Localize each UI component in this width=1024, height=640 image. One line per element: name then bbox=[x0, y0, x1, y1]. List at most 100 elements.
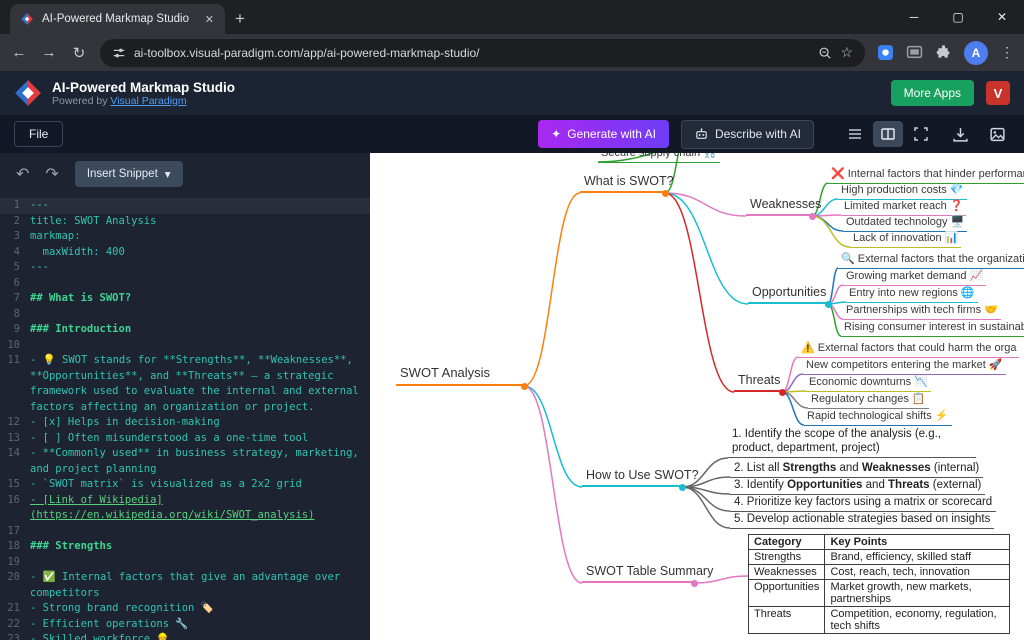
code-line[interactable]: 14- **Commonly used** in business strate… bbox=[0, 446, 370, 462]
new-tab-button[interactable]: + bbox=[235, 9, 245, 29]
window-minimize-button[interactable]: ─ bbox=[892, 0, 936, 34]
view-split-button[interactable] bbox=[873, 121, 903, 147]
url-bar[interactable]: ai-toolbox.visual-paradigm.com/app/ai-po… bbox=[100, 39, 865, 67]
code-line[interactable]: 2title: SWOT Analysis bbox=[0, 214, 370, 230]
view-fullscreen-button[interactable] bbox=[906, 121, 936, 147]
file-menu-button[interactable]: File bbox=[14, 121, 63, 147]
line-number: 8 bbox=[0, 307, 20, 323]
robot-icon bbox=[694, 127, 709, 142]
line-number: 6 bbox=[0, 276, 20, 292]
back-button[interactable]: ← bbox=[10, 44, 28, 61]
app-logo-icon bbox=[14, 79, 42, 107]
code-line[interactable]: framework used to evaluate the internal … bbox=[0, 384, 370, 400]
line-number bbox=[0, 400, 20, 416]
table-cell: Competition, economy, regulation, tech s… bbox=[825, 607, 1010, 634]
code-line[interactable]: (https://en.wikipedia.org/wiki/SWOT_anal… bbox=[0, 508, 370, 524]
line-number: 12 bbox=[0, 415, 20, 431]
code-line[interactable]: 4 maxWidth: 400 bbox=[0, 245, 370, 261]
tab-close-icon[interactable]: ✕ bbox=[202, 13, 217, 26]
download-button[interactable] bbox=[948, 122, 973, 147]
mindmap-link bbox=[665, 193, 734, 392]
code-area[interactable]: 1---2title: SWOT Analysis3markmap:4 maxW… bbox=[0, 195, 370, 640]
code-text: factors affecting an organization or pro… bbox=[30, 400, 314, 416]
generate-ai-button[interactable]: ✦ Generate with AI bbox=[538, 120, 669, 148]
redo-button[interactable]: ↷ bbox=[45, 164, 58, 184]
code-text: markmap: bbox=[30, 229, 81, 245]
visual-paradigm-link[interactable]: Visual Paradigm bbox=[110, 95, 186, 107]
code-line[interactable]: factors affecting an organization or pro… bbox=[0, 400, 370, 416]
code-line[interactable]: 23- Skilled workforce 👷 bbox=[0, 632, 370, 640]
describe-ai-button[interactable]: Describe with AI bbox=[681, 120, 814, 149]
code-line[interactable]: 19 bbox=[0, 555, 370, 571]
map-node-toggle-dot[interactable] bbox=[662, 190, 669, 197]
forward-button[interactable]: → bbox=[40, 44, 58, 61]
window-close-button[interactable]: ✕ bbox=[980, 0, 1024, 34]
code-line[interactable]: 10 bbox=[0, 338, 370, 354]
map-node-toggle-dot[interactable] bbox=[679, 484, 686, 491]
window-maximize-button[interactable]: ▢ bbox=[936, 0, 980, 34]
app-subtitle: Powered by Visual Paradigm bbox=[52, 95, 235, 107]
insert-snippet-button[interactable]: Insert Snippet ▾ bbox=[75, 161, 183, 187]
code-line[interactable]: 21- Strong brand recognition 🏷️ bbox=[0, 601, 370, 617]
map-node-threats: Threats bbox=[734, 373, 782, 392]
browser-window: AI-Powered Markmap Studio ✕ + ─ ▢ ✕ ← → … bbox=[0, 0, 1024, 640]
line-number bbox=[0, 586, 20, 602]
code-line[interactable]: 12- [x] Helps in decision-making bbox=[0, 415, 370, 431]
map-node-o2: Growing market demand 📈 bbox=[843, 270, 986, 286]
map-node-toggle-dot[interactable] bbox=[521, 383, 528, 390]
line-number: 1 bbox=[0, 198, 20, 214]
code-line[interactable]: 6 bbox=[0, 276, 370, 292]
code-text: - ✅ Internal factors that give an advant… bbox=[30, 570, 340, 586]
code-line[interactable]: 20- ✅ Internal factors that give an adva… bbox=[0, 570, 370, 586]
code-text: ## What is SWOT? bbox=[30, 291, 131, 307]
code-line[interactable]: and project planning bbox=[0, 462, 370, 478]
bookmark-star-icon[interactable]: ☆ bbox=[840, 44, 853, 61]
mindmap-canvas[interactable]: SWOT AnalysisWhat is SWOT?Secure supply … bbox=[370, 153, 1024, 640]
sparkle-icon: ✦ bbox=[551, 127, 561, 141]
code-line[interactable]: 7## What is SWOT? bbox=[0, 291, 370, 307]
code-line[interactable]: 16- [Link of Wikipedia] bbox=[0, 493, 370, 509]
code-line[interactable]: competitors bbox=[0, 586, 370, 602]
view-editor-only-button[interactable] bbox=[840, 121, 870, 147]
code-line[interactable]: 9### Introduction bbox=[0, 322, 370, 338]
favicon-icon bbox=[20, 12, 34, 26]
code-line[interactable]: 1--- bbox=[0, 198, 370, 214]
undo-button[interactable]: ↶ bbox=[16, 164, 29, 184]
browser-tab[interactable]: AI-Powered Markmap Studio ✕ bbox=[10, 4, 225, 34]
code-line[interactable]: 3markmap: bbox=[0, 229, 370, 245]
code-line[interactable]: 15- `SWOT matrix` is visualized as a 2x2… bbox=[0, 477, 370, 493]
app-title-block: AI-Powered Markmap Studio Powered by Vis… bbox=[52, 80, 235, 107]
map-node-toggle-dot[interactable] bbox=[691, 580, 698, 587]
map-node-toggle-dot[interactable] bbox=[779, 389, 786, 396]
code-line[interactable]: 8 bbox=[0, 307, 370, 323]
code-line[interactable]: 13- [ ] Often misunderstood as a one-tim… bbox=[0, 431, 370, 447]
code-text: - [Link of Wikipedia] bbox=[30, 493, 163, 509]
export-image-button[interactable] bbox=[985, 122, 1010, 147]
code-line[interactable]: 17 bbox=[0, 524, 370, 540]
map-node-toggle-dot[interactable] bbox=[809, 213, 816, 220]
extensions-puzzle-icon[interactable] bbox=[935, 44, 952, 61]
vp-brand-badge[interactable]: V bbox=[986, 81, 1010, 105]
code-line[interactable]: 11- 💡 SWOT stands for **Strengths**, **W… bbox=[0, 353, 370, 369]
site-info-icon[interactable] bbox=[112, 46, 126, 60]
profile-avatar[interactable]: A bbox=[964, 41, 988, 65]
code-line[interactable]: 22- Efficient operations 🔧 bbox=[0, 617, 370, 633]
browser-menu-icon[interactable]: ⋮ bbox=[1000, 44, 1014, 61]
map-node-w4: Outdated technology 🖥️ bbox=[843, 216, 967, 232]
table-cell: Strengths bbox=[749, 550, 825, 565]
line-number: 22 bbox=[0, 617, 20, 633]
window-controls: ─ ▢ ✕ bbox=[892, 0, 1024, 34]
map-node-n1: 1. Identify the scope of the analysis (e… bbox=[728, 427, 976, 458]
extension-icon-blue[interactable] bbox=[877, 44, 894, 61]
map-node-n3: 3. Identify Opportunities and Threats (e… bbox=[730, 478, 985, 495]
reload-button[interactable]: ↻ bbox=[70, 44, 88, 62]
extension-icon-gray[interactable] bbox=[906, 44, 923, 61]
more-apps-button[interactable]: More Apps bbox=[891, 80, 974, 106]
map-node-toggle-dot[interactable] bbox=[825, 301, 832, 308]
map-node-w1: ❌ Internal factors that hinder performan bbox=[828, 168, 1024, 184]
zoom-indicator-icon[interactable] bbox=[818, 46, 832, 60]
code-line[interactable]: **Opportunities**, and **Threats** — a s… bbox=[0, 369, 370, 385]
line-number bbox=[0, 384, 20, 400]
code-line[interactable]: 18### Strengths bbox=[0, 539, 370, 555]
code-line[interactable]: 5--- bbox=[0, 260, 370, 276]
